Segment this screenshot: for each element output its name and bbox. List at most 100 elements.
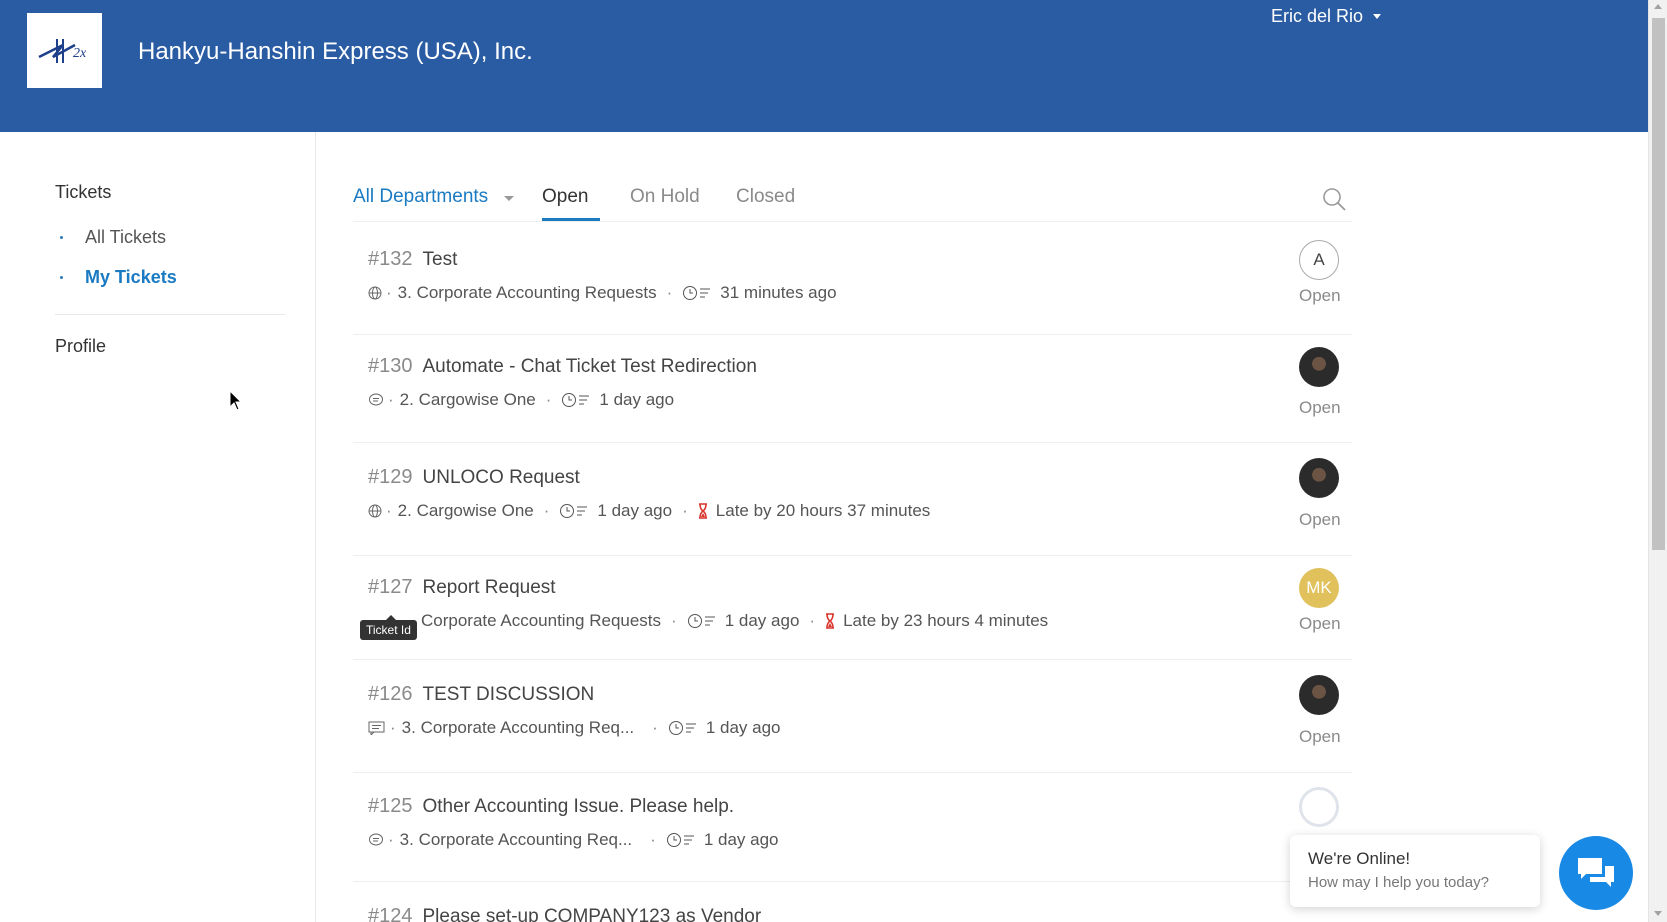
user-name: Eric del Rio <box>1271 6 1364 26</box>
status-badge: Open <box>1299 510 1341 529</box>
status-badge: Open <box>1299 286 1341 305</box>
avatar[interactable] <box>1299 347 1339 387</box>
ticket-row[interactable]: #126 TEST DISCUSSION · 3. Corporate Acco… <box>353 675 1352 773</box>
ticket-subject[interactable]: Automate - Chat Ticket Test Redirection <box>423 356 757 378</box>
sidebar-item-label: All Tickets <box>85 227 167 247</box>
department-label: All Departments <box>353 186 489 207</box>
svg-text:2x: 2x <box>73 46 87 61</box>
ticket-title-line: #130 Automate - Chat Ticket Test Redirec… <box>368 355 757 378</box>
avatar[interactable]: A <box>1299 240 1339 280</box>
tab-closed[interactable]: Closed <box>736 186 795 208</box>
department-dropdown[interactable]: All Departments <box>353 186 515 208</box>
clock-icon <box>666 833 694 847</box>
bullet-icon <box>60 236 63 239</box>
ticket-subject[interactable]: Please set-up COMPANY123 as Vendor <box>423 906 762 922</box>
globe-icon <box>368 504 382 518</box>
ticket-id[interactable]: #129 <box>368 466 413 489</box>
ticket-id[interactable]: #126 <box>368 683 413 706</box>
ticket-row[interactable]: #130 Automate - Chat Ticket Test Redirec… <box>353 347 1352 443</box>
company-logo[interactable]: 2x <box>27 13 102 88</box>
hourglass-icon <box>698 503 707 519</box>
forum-icon <box>368 721 385 735</box>
ticket-row[interactable]: #127 Report Request Corporate Accounting… <box>353 568 1352 660</box>
status-badge: Open <box>1299 614 1341 633</box>
ticket-meta: · 2. Cargowise One · 1 day ago · Late by… <box>368 501 930 521</box>
chat-title: We're Online! <box>1308 849 1411 868</box>
separator: · <box>388 830 394 849</box>
ticket-department: Corporate Accounting Requests <box>421 611 662 630</box>
separator: · <box>671 611 677 630</box>
ticket-department: 3. Corporate Accounting Req... <box>401 718 635 737</box>
ticket-title-line: #129 UNLOCO Request <box>368 466 580 489</box>
ticket-meta: · 3. Corporate Accounting Requests · 31 … <box>368 283 837 303</box>
ticket-subject[interactable]: Report Request <box>423 577 556 599</box>
sidebar-heading-tickets[interactable]: Tickets <box>55 182 111 203</box>
bullet-icon <box>60 276 63 279</box>
page-scrollbar[interactable] <box>1648 0 1667 922</box>
ticket-subject[interactable]: UNLOCO Request <box>423 467 580 489</box>
sidebar-item-all-tickets[interactable]: All Tickets <box>60 227 166 248</box>
sidebar-item-profile[interactable]: Profile <box>55 336 106 357</box>
ticket-id[interactable]: #125 <box>368 795 413 818</box>
ticket-time: 1 day ago <box>703 830 779 849</box>
ticket-row[interactable]: #129 UNLOCO Request · 2. Cargowise One ·… <box>353 458 1352 556</box>
chevron-down-icon <box>1373 14 1382 19</box>
ticket-time: 31 minutes ago <box>720 283 837 302</box>
ticket-meta: · 3. Corporate Accounting Req... · 1 day… <box>368 830 779 850</box>
chat-bubbles-icon <box>1578 858 1614 887</box>
logo-icon: 2x <box>37 38 87 63</box>
avatar[interactable] <box>1299 787 1339 827</box>
scroll-down-arrow-icon[interactable] <box>1654 911 1662 916</box>
mouse-cursor-icon <box>229 390 243 411</box>
ticket-title-line: #132 Test <box>368 248 457 271</box>
ticket-meta: Corporate Accounting Requests · 1 day ag… <box>421 611 1048 631</box>
ticket-time: 1 day ago <box>705 718 781 737</box>
separator: · <box>543 501 550 520</box>
ticket-subject[interactable]: Test <box>423 249 458 271</box>
tab-open[interactable]: Open <box>542 186 588 208</box>
separator: · <box>388 390 394 409</box>
separator: · <box>666 283 673 302</box>
separator: · <box>652 718 658 737</box>
chat-greeting-bubble[interactable]: We're Online! How may I help you today? <box>1290 835 1540 907</box>
ticket-id[interactable]: #130 <box>368 355 413 378</box>
ticket-subject[interactable]: TEST DISCUSSION <box>423 684 595 706</box>
separator: · <box>682 501 688 520</box>
avatar[interactable]: MK <box>1299 568 1339 608</box>
tab-on-hold[interactable]: On Hold <box>630 186 700 208</box>
chat-launcher-button[interactable] <box>1559 836 1633 910</box>
separator: · <box>386 501 392 520</box>
ticket-title-line: #126 TEST DISCUSSION <box>368 683 594 706</box>
scroll-thumb[interactable] <box>1652 18 1665 550</box>
separator: · <box>809 611 816 630</box>
sidebar-item-label: My Tickets <box>85 267 177 287</box>
chevron-down-icon <box>504 196 515 201</box>
status-badge: Open <box>1299 727 1341 746</box>
clock-icon <box>562 393 590 407</box>
ticket-id[interactable]: #132 <box>368 248 413 271</box>
top-header: 2x Hankyu-Hanshin Express (USA), Inc. Er… <box>0 0 1648 132</box>
status-badge: Open <box>1299 398 1341 417</box>
ticket-department: 2. Cargowise One <box>399 390 536 409</box>
ticket-row[interactable]: #125 Other Accounting Issue. Please help… <box>353 787 1352 882</box>
hourglass-icon <box>826 613 835 629</box>
avatar[interactable] <box>1299 458 1339 498</box>
ticket-id[interactable]: #127 <box>368 576 413 599</box>
ticket-id-tooltip: Ticket Id <box>360 615 417 640</box>
ticket-row[interactable]: #132 Test · 3. Corporate Accounting Requ… <box>353 240 1352 335</box>
ticket-row[interactable]: #124 Please set-up COMPANY123 as Vendor <box>353 905 1352 922</box>
chat-subtitle: How may I help you today? <box>1308 874 1489 891</box>
ticket-id[interactable]: #124 <box>368 905 413 922</box>
ticket-department: 3. Corporate Accounting Requests <box>397 283 657 302</box>
ticket-tabs: All Departments Open On Hold Closed <box>353 172 1352 222</box>
company-name: Hankyu-Hanshin Express (USA), Inc. <box>138 38 533 65</box>
ticket-subject[interactable]: Other Accounting Issue. Please help. <box>423 796 735 818</box>
avatar[interactable] <box>1299 675 1339 715</box>
search-icon[interactable] <box>1321 186 1347 212</box>
active-tab-indicator <box>542 218 600 221</box>
chat-icon <box>369 833 383 846</box>
ticket-time: 1 day ago <box>599 390 675 409</box>
sidebar-item-my-tickets[interactable]: My Tickets <box>60 267 177 288</box>
scroll-up-arrow-icon[interactable] <box>1654 4 1662 9</box>
user-menu[interactable]: Eric del Rio <box>1271 6 1382 27</box>
